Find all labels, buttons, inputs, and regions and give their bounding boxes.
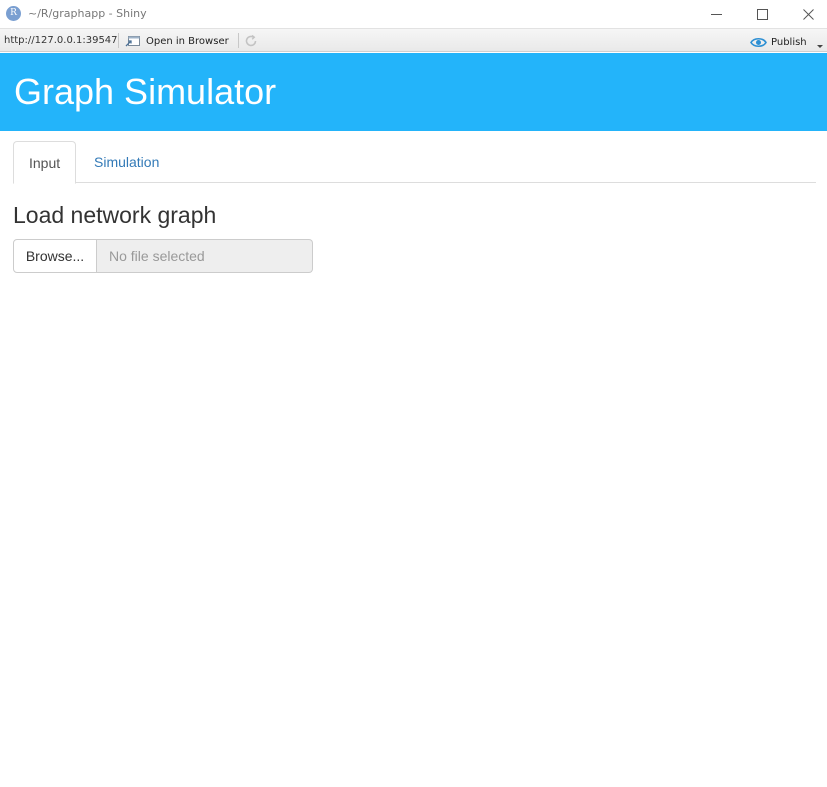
refresh-icon [245,34,257,47]
close-icon [802,8,814,20]
file-name-field[interactable]: No file selected [97,239,313,273]
tab-simulation[interactable]: Simulation [79,141,174,183]
tab-input[interactable]: Input [13,141,76,184]
refresh-button[interactable] [243,33,259,49]
chevron-down-icon [817,45,823,48]
file-input: Browse... No file selected [13,239,313,273]
publish-label: Publish [771,36,807,48]
window-title: ~/R/graphapp - Shiny [28,7,147,20]
tab-bar: Input Simulation [13,141,816,184]
publish-menu-button[interactable] [815,38,825,48]
open-in-browser-label: Open in Browser [146,35,229,47]
close-button[interactable] [785,0,827,28]
section-title: Load network graph [13,202,217,228]
maximize-button[interactable] [739,0,785,28]
publish-button[interactable]: Publish [750,33,807,51]
toolbar-divider [238,33,239,48]
minimize-button[interactable] [693,0,739,28]
viewer-toolbar: http://127.0.0.1:39547 Open in Browser P… [0,28,827,52]
minimize-icon [710,13,722,15]
publish-icon [750,37,767,47]
maximize-icon [756,8,768,20]
app-url: http://127.0.0.1:39547 [4,35,118,46]
app-header: Graph Simulator [0,53,827,131]
toolbar-divider [118,33,119,48]
browse-button[interactable]: Browse... [13,239,97,273]
r-logo-icon: R [6,6,21,21]
open-in-browser-icon [125,36,140,47]
window-titlebar: R ~/R/graphapp - Shiny [0,0,827,28]
app-title: Graph Simulator [14,71,277,112]
open-in-browser-button[interactable]: Open in Browser [125,32,229,50]
